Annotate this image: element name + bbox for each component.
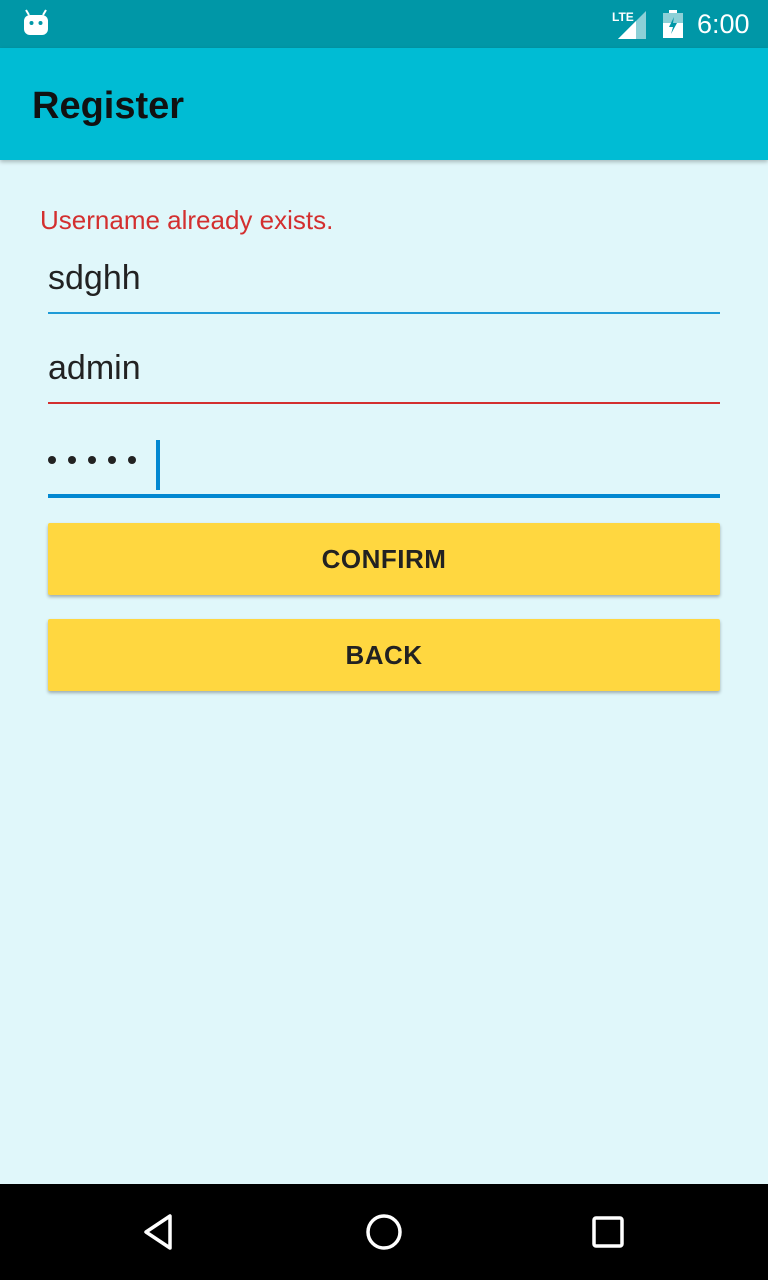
password-dot: [68, 456, 76, 464]
android-icon: [24, 9, 48, 35]
error-message: Username already exists.: [40, 205, 334, 235]
network-label: LTE: [612, 10, 634, 24]
password-field[interactable]: [48, 438, 720, 498]
navigation-bar: [0, 1184, 768, 1280]
status-bar: LTE 6:00: [0, 0, 768, 48]
battery-icon: [663, 10, 683, 38]
email-value: admin: [48, 349, 141, 387]
email-field[interactable]: admin: [48, 348, 720, 404]
password-dot: [48, 456, 56, 464]
confirm-button[interactable]: CONFIRM: [48, 523, 720, 595]
nav-back-button[interactable]: [112, 1184, 208, 1280]
status-clock: 6:00: [697, 9, 750, 39]
password-dot: [108, 456, 116, 464]
app-bar: Register: [0, 48, 768, 160]
back-button[interactable]: BACK: [48, 619, 720, 691]
text-cursor: [156, 440, 160, 490]
password-dot: [128, 456, 136, 464]
recent-square-icon: [592, 1216, 624, 1248]
nav-home-button[interactable]: [336, 1184, 432, 1280]
password-dot: [88, 456, 96, 464]
nav-recent-button[interactable]: [560, 1184, 656, 1280]
password-underline: [48, 494, 720, 498]
password-mask: [48, 456, 136, 464]
home-circle-icon: [366, 1214, 402, 1250]
username-field[interactable]: sdghh: [48, 258, 720, 314]
username-value: sdghh: [48, 259, 141, 297]
lte-signal-icon: LTE: [612, 10, 646, 39]
username-underline: [48, 312, 720, 314]
email-underline: [48, 402, 720, 404]
back-triangle-icon: [144, 1214, 172, 1250]
page-title: Register: [32, 85, 185, 127]
